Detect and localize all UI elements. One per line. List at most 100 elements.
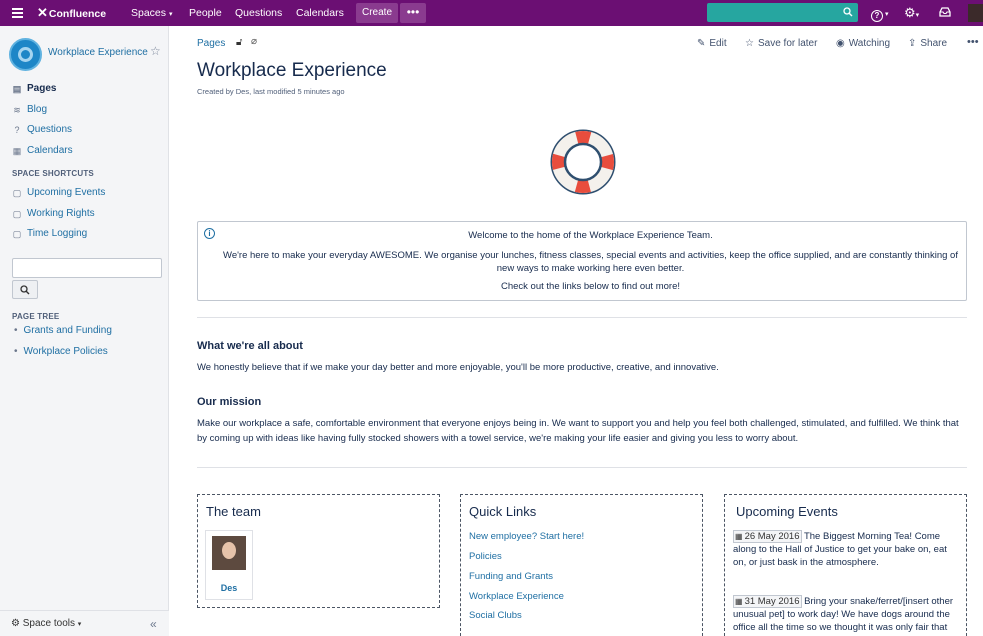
team-member-name[interactable]: Des (206, 583, 252, 593)
quick-link[interactable]: Social Clubs (469, 610, 522, 621)
upcoming-events-panel: Upcoming Events ▦ 26 May 2016 The Biggest… (724, 494, 967, 636)
space-name-link[interactable]: Workplace Experience (48, 47, 148, 58)
tree-item-workplace-policies[interactable]: • Workplace Policies (14, 346, 108, 357)
watching-button[interactable]: ◉ Watching (836, 38, 890, 49)
space-tools-button[interactable]: ⚙ Space tools ▾ (11, 618, 81, 629)
event-date[interactable]: ▦ 31 May 2016 (733, 595, 802, 608)
eye-icon: ◉ (836, 38, 845, 49)
nav-people[interactable]: People (189, 0, 222, 26)
notifications-button[interactable] (939, 0, 955, 26)
quick-links-title: Quick Links (469, 504, 537, 519)
chevron-down-icon: ▾ (168, 11, 173, 18)
breadcrumb[interactable]: Pages (197, 38, 225, 49)
page-title: Workplace Experience (197, 60, 387, 81)
edit-button[interactable]: ✎ Edit (697, 38, 727, 49)
star-icon: ☆ (745, 38, 754, 49)
nav-spaces[interactable]: Spaces ▾ (131, 0, 172, 26)
divider (197, 467, 967, 468)
unlock-icon[interactable]: 🔓︎ (236, 37, 242, 48)
more-actions-icon[interactable]: ••• (967, 36, 979, 48)
calendar-icon: ▦ (735, 532, 743, 541)
space-logo[interactable] (9, 38, 42, 71)
star-icon[interactable]: ☆ (150, 44, 161, 58)
team-panel: The team Des (197, 494, 440, 608)
chevron-down-icon: ▾ (915, 12, 920, 19)
space-shortcuts-heading: SPACE SHORTCUTS (12, 169, 94, 178)
shortcut-upcoming-events[interactable]: ▢ Upcoming Events (12, 186, 106, 200)
info-description-text: We're here to make your everyday AWESOME… (223, 250, 958, 274)
info-cta-text: Check out the links below to find out mo… (500, 281, 680, 292)
event-date[interactable]: ▦ 26 May 2016 (733, 530, 802, 543)
pencil-icon: ✎ (697, 38, 706, 49)
attachment-icon[interactable]: ⌀ (251, 36, 257, 47)
space-sidebar: Workplace Experience ☆ ▤ Pages ≋ Blog ? Que… (0, 26, 169, 636)
calendar-icon: ▦ (735, 597, 743, 606)
questions-icon: ? (14, 125, 20, 135)
lifebuoy-icon (550, 129, 616, 195)
about-heading: What we're all about (197, 340, 303, 352)
link-icon: ▢ (12, 229, 22, 239)
nav-calendars[interactable]: Calendars (296, 0, 344, 26)
search-icon (20, 285, 30, 295)
collapse-sidebar-icon[interactable]: « (150, 617, 157, 631)
confluence-logo[interactable]: ✕Confluence (37, 0, 106, 26)
link-icon: ▢ (12, 188, 22, 198)
gear-icon: ⚙ (11, 618, 20, 629)
quick-link[interactable]: New employee? Start here! (469, 531, 584, 542)
quick-links-panel: Quick Links New employee? Start here! Po… (460, 494, 703, 636)
avatar (212, 536, 246, 570)
page-tree-heading: PAGE TREE (12, 312, 60, 321)
team-member-card[interactable]: Des (205, 530, 253, 600)
blog-icon: ≋ (13, 105, 21, 115)
mission-text: Make our workplace a safe, comfortable e… (197, 418, 959, 444)
info-panel: i Welcome to the home of the Workplace E… (197, 221, 967, 301)
bullet-icon: • (14, 346, 18, 357)
sidebar-item-blog[interactable]: ≋ Blog (12, 103, 47, 117)
info-icon: i (204, 228, 215, 239)
confluence-x-icon: ✕ (37, 5, 48, 20)
info-welcome-text: Welcome to the home of the Workplace Exp… (468, 230, 713, 241)
quick-link[interactable]: Funding and Grants (469, 571, 553, 582)
share-button[interactable]: ⇪ Share (908, 38, 947, 49)
mission-heading: Our mission (197, 396, 262, 408)
settings-button[interactable]: ⚙▾ (904, 0, 928, 26)
divider (197, 317, 967, 318)
link-icon: ▢ (12, 209, 22, 219)
user-avatar[interactable] (968, 4, 983, 22)
chevron-down-icon: ▾ (77, 621, 82, 628)
sidebar-item-questions[interactable]: ? Questions (12, 123, 72, 137)
calendar-icon: ▦ (12, 146, 22, 156)
help-button[interactable]: ? ▾ (871, 0, 893, 26)
shortcut-time-logging[interactable]: ▢ Time Logging (12, 227, 88, 241)
quick-link[interactable]: Policies (469, 551, 502, 562)
quick-link[interactable]: Workplace Experience (469, 591, 564, 602)
search-icon (843, 7, 853, 17)
space-tools-bar: ⚙ Space tools ▾ « (0, 610, 169, 636)
pages-icon: ▤ (12, 84, 22, 94)
menu-icon[interactable] (9, 0, 25, 26)
nav-questions[interactable]: Questions (235, 0, 282, 26)
gear-icon: ⚙ (904, 5, 916, 20)
shortcut-working-rights[interactable]: ▢ Working Rights (12, 207, 95, 221)
sidebar-item-pages[interactable]: ▤ Pages (12, 82, 57, 96)
bullet-icon: • (14, 325, 18, 336)
event-item: ▦ 26 May 2016 The Biggest Morning Tea! Co… (733, 530, 947, 568)
search-input[interactable] (707, 3, 858, 22)
tree-item-grants-and-funding[interactable]: • Grants and Funding (14, 325, 112, 336)
create-button[interactable]: Create (356, 3, 398, 23)
share-icon: ⇪ (908, 38, 917, 49)
sidebar-item-calendars[interactable]: ▦ Calendars (12, 144, 73, 158)
upcoming-events-title: Upcoming Events (736, 504, 838, 519)
more-create-options-button[interactable]: ••• (400, 3, 426, 23)
page-tree-search-button[interactable] (12, 280, 38, 299)
event-item: ▦ 31 May 2016 Bring your snake/ferret/[in… (733, 595, 954, 633)
about-text: We honestly believe that if we make your… (197, 362, 719, 373)
chevron-down-icon: ▾ (883, 11, 889, 18)
top-navigation-bar: ✕Confluence Spaces ▾ People Questions Ca… (0, 0, 983, 26)
page-tree-search-input[interactable] (12, 258, 162, 278)
help-icon: ? (871, 10, 883, 22)
save-for-later-button[interactable]: ☆ Save for later (745, 38, 817, 49)
team-panel-title: The team (206, 504, 261, 519)
page-metadata: Created by Des, last modified 5 minutes … (197, 87, 345, 96)
inbox-icon (939, 7, 951, 17)
